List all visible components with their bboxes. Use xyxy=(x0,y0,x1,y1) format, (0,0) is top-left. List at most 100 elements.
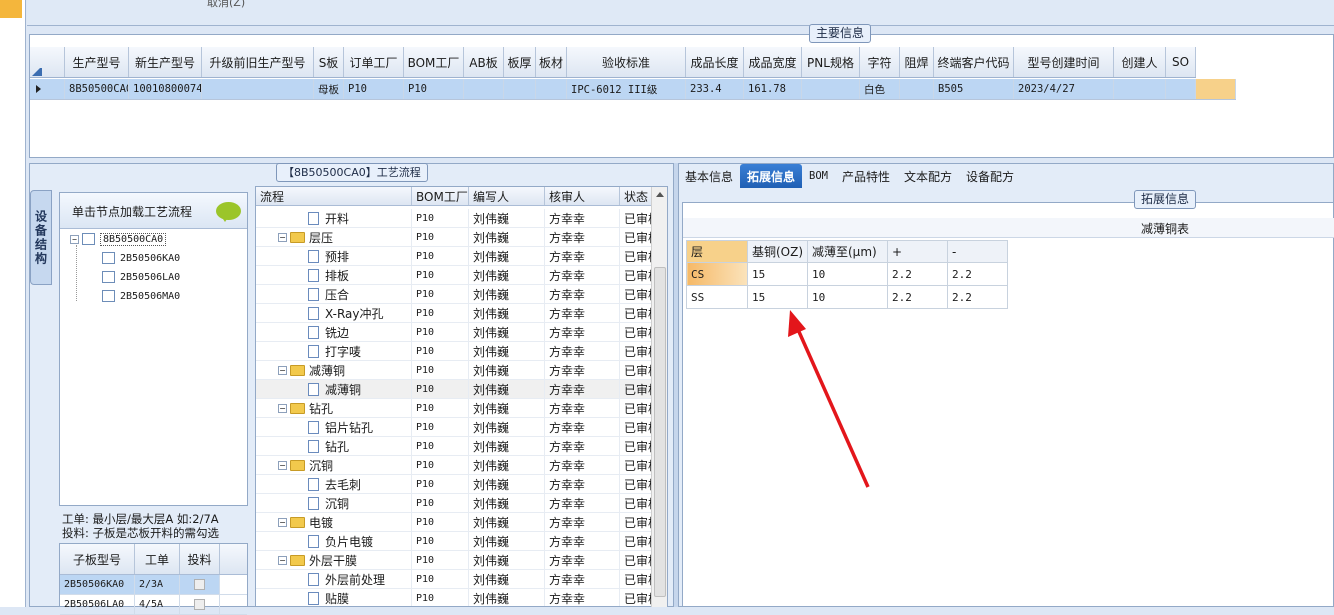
table-row[interactable]: 2B50506KA0 2/3A xyxy=(60,575,247,595)
chat-bubble-icon[interactable] xyxy=(216,202,241,222)
column-header[interactable]: 终端客户代码 xyxy=(934,47,1014,77)
process-row[interactable]: 外层前处理 P10刘伟巍方幸幸已审核 xyxy=(256,570,654,589)
collapse-icon[interactable]: − xyxy=(278,555,287,565)
process-grid-scrollbar[interactable] xyxy=(651,187,667,607)
process-row[interactable]: 预排 P10刘伟巍方幸幸已审核 xyxy=(256,247,654,266)
grid-cell[interactable]: 8B50500CA0 xyxy=(65,79,129,99)
grid-cell[interactable] xyxy=(802,79,860,99)
column-header[interactable]: PNL规格 xyxy=(802,47,860,77)
grid-cell[interactable] xyxy=(900,79,934,99)
grid-cell[interactable] xyxy=(464,79,504,99)
process-row[interactable]: 压合 P10刘伟巍方幸幸已审核 xyxy=(256,285,654,304)
column-header[interactable]: 升级前旧生产型号 xyxy=(202,47,314,77)
collapse-icon[interactable]: − xyxy=(278,517,287,527)
tab-equipment-recipe[interactable]: 设备配方 xyxy=(959,164,1021,188)
grid-cell[interactable] xyxy=(504,79,536,99)
process-row[interactable]: 打字唛 P10刘伟巍方幸幸已审核 xyxy=(256,342,654,361)
grid-cell[interactable]: 10010800074899 xyxy=(129,79,202,99)
process-bom: P10 xyxy=(412,342,469,360)
column-header[interactable]: BOM工厂 xyxy=(404,47,464,77)
process-row[interactable]: − 层压 P10刘伟巍方幸幸已审核 xyxy=(256,228,654,247)
tree-node-root[interactable]: − 8B50500CA0 xyxy=(70,231,167,247)
grid-cell[interactable] xyxy=(1166,79,1196,99)
grid-cell[interactable]: P10 xyxy=(344,79,404,99)
process-row[interactable]: 贴膜 P10刘伟巍方幸幸已审核 xyxy=(256,589,654,606)
process-row[interactable]: 铝片钻孔 P10刘伟巍方幸幸已审核 xyxy=(256,418,654,437)
column-header[interactable]: 生产型号 xyxy=(65,47,129,77)
grid-cell[interactable]: B505 xyxy=(934,79,1014,99)
process-name: 铝片钻孔 xyxy=(325,420,374,435)
column-header[interactable]: SO xyxy=(1166,47,1196,77)
grid-cell[interactable]: 母板 xyxy=(314,79,344,99)
tab-basic-info[interactable]: 基本信息 xyxy=(678,164,740,188)
grid-cell[interactable] xyxy=(536,79,567,99)
grid-cell[interactable]: IPC-6012 III级 xyxy=(567,79,686,99)
process-bom: P10 xyxy=(412,323,469,341)
main-grid-row[interactable]: 8B50500CA010010800074899母板P10P10IPC-6012… xyxy=(30,79,1236,100)
process-row[interactable]: − 钻孔 P10刘伟巍方幸幸已审核 xyxy=(256,399,654,418)
collapse-icon[interactable]: − xyxy=(70,234,79,244)
document-icon xyxy=(308,211,319,225)
collapse-icon[interactable]: − xyxy=(278,460,287,470)
column-header[interactable]: 板材 xyxy=(536,47,567,77)
grid-cell[interactable] xyxy=(1114,79,1166,99)
collapse-icon[interactable]: − xyxy=(278,365,287,375)
grid-cell[interactable]: 233.4 xyxy=(686,79,744,99)
document-icon xyxy=(308,325,319,339)
column-header[interactable]: 阻焊 xyxy=(900,47,934,77)
process-bom: P10 xyxy=(412,456,469,474)
grid-cell[interactable]: P10 xyxy=(404,79,464,99)
grid-cell[interactable]: 161.78 xyxy=(744,79,802,99)
column-header[interactable]: 新生产型号 xyxy=(129,47,202,77)
vertical-tab-equipment[interactable]: 设备结构 xyxy=(30,190,52,285)
process-bom: P10 xyxy=(412,361,469,379)
process-reviewer: 方幸幸 xyxy=(545,228,620,246)
process-row[interactable]: 铣边 P10刘伟巍方幸幸已审核 xyxy=(256,323,654,342)
column-header[interactable]: AB板 xyxy=(464,47,504,77)
scroll-up-icon[interactable] xyxy=(656,192,664,197)
tab-bom[interactable]: BOM xyxy=(802,164,835,188)
column-header[interactable]: 成品宽度 xyxy=(744,47,802,77)
grid-cell[interactable]: 白色 xyxy=(860,79,900,99)
tab-product-features[interactable]: 产品特性 xyxy=(835,164,897,188)
orange-tab[interactable] xyxy=(0,0,22,18)
process-row[interactable]: 减薄铜 P10刘伟巍方幸幸已审核 xyxy=(256,380,654,399)
collapse-icon[interactable]: − xyxy=(278,232,287,242)
table-row[interactable]: 2B50506LA0 4/5A xyxy=(60,595,247,615)
collapse-icon[interactable]: − xyxy=(278,403,287,413)
column-header[interactable]: 型号创建时间 xyxy=(1014,47,1114,77)
grid-cell[interactable]: 2023/4/27 xyxy=(1014,79,1114,99)
process-row[interactable]: − 减薄铜 P10刘伟巍方幸幸已审核 xyxy=(256,361,654,380)
process-row[interactable]: 开料 P10刘伟巍方幸幸已审核 xyxy=(256,209,654,228)
feed-checkbox[interactable] xyxy=(194,579,205,590)
tree-node-child[interactable]: 2B50506LA0 xyxy=(102,269,180,285)
column-header[interactable]: 验收标准 xyxy=(567,47,686,77)
tree-node-child[interactable]: 2B50506KA0 xyxy=(102,250,180,266)
column-header[interactable]: 订单工厂 xyxy=(344,47,404,77)
process-row[interactable]: 沉铜 P10刘伟巍方幸幸已审核 xyxy=(256,494,654,513)
scroll-thumb[interactable] xyxy=(654,267,666,597)
process-row[interactable]: 去毛刺 P10刘伟巍方幸幸已审核 xyxy=(256,475,654,494)
column-header[interactable]: 成品长度 xyxy=(686,47,744,77)
table-row[interactable]: CS 15 10 2.2 2.2 xyxy=(686,262,1008,286)
process-row[interactable]: − 沉铜 P10刘伟巍方幸幸已审核 xyxy=(256,456,654,475)
process-bom: P10 xyxy=(412,418,469,436)
process-writer: 刘伟巍 xyxy=(469,342,545,360)
process-row[interactable]: 钻孔 P10刘伟巍方幸幸已审核 xyxy=(256,437,654,456)
process-row[interactable]: − 外层干膜 P10刘伟巍方幸幸已审核 xyxy=(256,551,654,570)
tab-extended-info[interactable]: 拓展信息 xyxy=(740,164,803,188)
column-header[interactable]: 字符 xyxy=(860,47,900,77)
column-header[interactable]: 创建人 xyxy=(1114,47,1166,77)
tree-node-child[interactable]: 2B50506MA0 xyxy=(102,288,180,304)
process-row[interactable]: X-Ray冲孔 P10刘伟巍方幸幸已审核 xyxy=(256,304,654,323)
process-row[interactable]: 负片电镀 P10刘伟巍方幸幸已审核 xyxy=(256,532,654,551)
process-row[interactable]: 排板 P10刘伟巍方幸幸已审核 xyxy=(256,266,654,285)
tab-text-recipe[interactable]: 文本配方 xyxy=(897,164,959,188)
cancel-button[interactable]: 取消(Z) xyxy=(207,0,245,10)
column-header[interactable]: S板 xyxy=(314,47,344,77)
feed-checkbox[interactable] xyxy=(194,599,205,610)
process-row[interactable]: − 电镀 P10刘伟巍方幸幸已审核 xyxy=(256,513,654,532)
grid-cell[interactable] xyxy=(202,79,314,99)
column-header[interactable]: 板厚 xyxy=(504,47,536,77)
process-status: 已审核 xyxy=(620,475,654,493)
